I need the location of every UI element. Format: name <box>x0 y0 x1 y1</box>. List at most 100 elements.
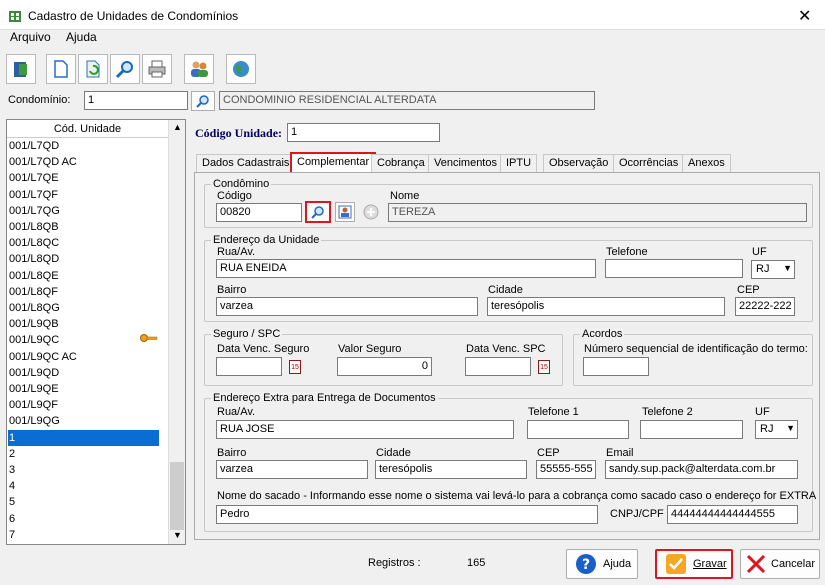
list-item[interactable]: 001/L9QF <box>8 397 159 413</box>
list-item[interactable]: 001/L9QG <box>8 413 159 429</box>
venc-seguro-input[interactable] <box>216 357 282 376</box>
extra-phone1-input[interactable] <box>527 420 629 439</box>
list-item[interactable]: 001/L9QE <box>8 381 159 397</box>
globe-button[interactable] <box>226 54 256 84</box>
condomino-search-button[interactable] <box>305 201 331 223</box>
condominio-code-input[interactable]: 1 <box>84 91 188 110</box>
list-item[interactable]: 001/L8QD <box>8 251 159 267</box>
cnpj-label: CNPJ/CPF <box>610 508 664 520</box>
list-item[interactable]: 7 <box>8 527 159 543</box>
condomino-profile-button[interactable] <box>335 202 355 222</box>
refresh-icon <box>86 60 100 78</box>
window-title: Cadastro de Unidades de Condomínios <box>28 9 239 23</box>
codigo-unidade-input[interactable]: 1 <box>287 123 440 142</box>
uf-select[interactable]: RJ ▼ <box>751 260 795 279</box>
help-icon: ? <box>576 554 596 574</box>
new-button[interactable] <box>46 54 76 84</box>
records-label: Registros : <box>368 557 421 569</box>
valor-seguro-label: Valor Seguro <box>338 343 402 355</box>
list-item[interactable]: 001/L8QG <box>8 300 159 316</box>
refresh-button[interactable] <box>78 54 108 84</box>
list-item[interactable]: 001/L7QD AC <box>8 154 159 170</box>
extra-city-label: Cidade <box>376 447 411 459</box>
list-item[interactable]: 001/L9QC <box>8 332 159 348</box>
list-item[interactable]: 001/L7QE <box>8 170 159 186</box>
tab-dados-cadastrais[interactable]: Dados Cadastrais <box>196 154 296 172</box>
key-icon <box>140 333 158 343</box>
sacado-label: Nome do sacado - Informando esse nome o … <box>217 490 817 502</box>
list-item[interactable]: 2 <box>8 446 159 462</box>
list-item[interactable]: 001/L8QC <box>8 235 159 251</box>
codigo-unidade-label: Código Unidade: <box>195 126 283 140</box>
search-icon <box>311 206 324 219</box>
list-item[interactable]: 5 <box>8 494 159 510</box>
list-item[interactable]: 6 <box>8 511 159 527</box>
extra-email-input[interactable]: sandy.sup.pack@alterdata.com.br <box>605 460 798 479</box>
condominio-label: Condomínio: <box>8 94 71 106</box>
list-item[interactable]: 001/L9QC AC <box>8 349 159 365</box>
extra-uf-select[interactable]: RJ ▼ <box>755 420 798 439</box>
phone-input[interactable] <box>605 259 743 278</box>
tab-complementar[interactable]: Complementar <box>290 152 377 173</box>
list-item[interactable]: 001/L8QE <box>8 268 159 284</box>
condominio-name-field: CONDOMINIO RESIDENCIAL ALTERDATA <box>219 91 595 110</box>
tab-anexos[interactable]: Anexos <box>682 154 731 172</box>
exit-button[interactable] <box>6 54 36 84</box>
list-item[interactable]: 001/L7QF <box>8 187 159 203</box>
list-item[interactable]: 4 <box>8 478 159 494</box>
venc-spc-label: Data Venc. SPC <box>466 343 546 355</box>
extra-city-input[interactable]: teresópolis <box>375 460 527 479</box>
help-button[interactable]: ? Ajuda <box>566 549 638 579</box>
list-item[interactable]: 1 <box>8 429 159 446</box>
list-item[interactable]: 3 <box>8 462 159 478</box>
menu-arquivo[interactable]: Arquivo <box>10 30 51 44</box>
extra-street-input[interactable]: RUA JOSE <box>216 420 514 439</box>
add-icon[interactable] <box>361 202 381 222</box>
venc-spc-input[interactable] <box>465 357 531 376</box>
bairro-input[interactable]: varzea <box>216 297 478 316</box>
sacado-input[interactable]: Pedro <box>216 505 598 524</box>
valor-seguro-input[interactable]: 0 <box>337 357 432 376</box>
save-button[interactable]: Gravar <box>655 549 733 579</box>
list-item[interactable]: 001/L7QG <box>8 203 159 219</box>
list-item[interactable]: 001/L8QF <box>8 284 159 300</box>
cancel-button[interactable]: Cancelar <box>740 549 820 579</box>
close-icon[interactable]: ✕ <box>798 6 811 26</box>
extra-bairro-input[interactable]: varzea <box>216 460 368 479</box>
tab-ocorrencias[interactable]: Ocorrências <box>613 154 685 172</box>
extra-cep-input[interactable]: 55555-555 <box>536 460 596 479</box>
extra-street-label: Rua/Av. <box>217 406 256 418</box>
list-item[interactable]: 001/L9QD <box>8 365 159 381</box>
tab-cobranca[interactable]: Cobrança <box>371 154 431 172</box>
menu-ajuda[interactable]: Ajuda <box>66 30 97 44</box>
tab-iptu[interactable]: IPTU <box>500 154 538 172</box>
search-button[interactable] <box>110 54 140 84</box>
acordos-input[interactable] <box>583 357 649 376</box>
globe-icon <box>233 61 249 77</box>
records-count: 165 <box>467 557 486 569</box>
condominio-search-button[interactable] <box>191 91 215 111</box>
street-input[interactable]: RUA ENEIDA <box>216 259 596 278</box>
bairro-label: Bairro <box>217 284 247 296</box>
acordos-label: Número sequencial de identificação do te… <box>584 343 808 355</box>
app-icon <box>8 9 22 23</box>
users-button[interactable] <box>184 54 214 84</box>
tab-observacao[interactable]: Observação <box>543 154 615 172</box>
extra-phone2-input[interactable] <box>640 420 743 439</box>
calendar-icon[interactable]: 15 <box>289 360 301 374</box>
print-button[interactable] <box>142 54 172 84</box>
list-item[interactable]: 001/L7QD <box>8 138 159 154</box>
list-scrollbar[interactable]: ▲ ▼ <box>168 120 185 544</box>
extra-phone2-label: Telefone 2 <box>642 406 693 418</box>
tab-vencimentos[interactable]: Vencimentos <box>428 154 503 172</box>
cep-input[interactable]: 22222-222 <box>735 297 795 316</box>
calendar-icon[interactable]: 15 <box>538 360 550 374</box>
cnpj-input[interactable]: 44444444444444555 <box>667 505 798 524</box>
users-icon <box>191 61 208 77</box>
unit-list-header[interactable]: Cód. Unidade <box>7 120 168 138</box>
condomino-code-input[interactable]: 00820 <box>216 203 302 222</box>
extra-bairro-label: Bairro <box>217 447 247 459</box>
list-item[interactable]: 001/L9QB <box>8 316 159 332</box>
list-item[interactable]: 001/L8QB <box>8 219 159 235</box>
city-input[interactable]: teresópolis <box>487 297 725 316</box>
